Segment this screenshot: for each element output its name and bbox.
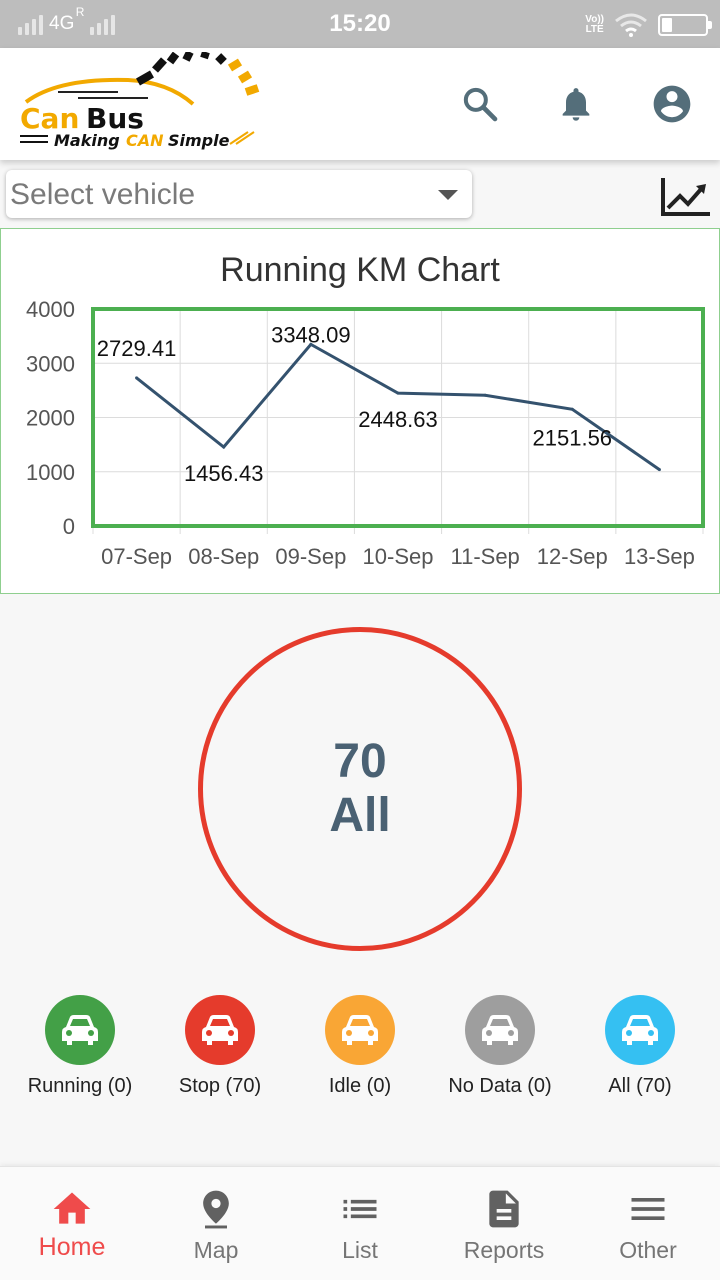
trending-up-icon [661, 178, 710, 216]
x-tick-label: 11-Sep [450, 544, 519, 569]
status-filter-running[interactable]: Running (0) [10, 995, 150, 1098]
menu-icon [626, 1187, 670, 1231]
status-filter-idle[interactable]: Idle (0) [290, 995, 430, 1098]
status-filter-no-data[interactable]: No Data (0) [430, 995, 570, 1098]
car-icon [62, 1015, 98, 1045]
svg-text:CAN: CAN [126, 131, 164, 150]
x-tick-label: 07-Sep [101, 544, 172, 569]
status-bar: 4G R 15:20 Vo)) LTE [0, 0, 720, 48]
status-filter-label: Running (0) [27, 1075, 133, 1097]
data-point [570, 407, 574, 411]
status-dot [45, 995, 115, 1065]
x-tick-label: 09-Sep [275, 544, 346, 569]
vehicle-select-placeholder: Select vehicle [10, 178, 196, 211]
nav-list[interactable]: List [288, 1167, 432, 1280]
data-point [483, 393, 487, 397]
status-filter-label: All (70) [608, 1075, 672, 1097]
status-filter-label: Stop (70) [178, 1075, 262, 1097]
data-label: 2151.56 [533, 425, 613, 450]
account-icon [653, 85, 691, 123]
y-tick-label: 0 [63, 514, 75, 539]
x-tick-label: 10-Sep [363, 544, 434, 569]
search-icon [463, 87, 498, 122]
data-point [657, 468, 661, 472]
svg-text:Making: Making [54, 131, 120, 150]
document-icon [482, 1187, 526, 1231]
chevron-down-icon [438, 190, 458, 200]
data-point [396, 391, 400, 395]
running-km-chart: Running KM Chart 4000 3000 2000 1000 0 07-Sep 0… [26, 251, 705, 569]
home-icon [50, 1187, 94, 1231]
data-label: 2729.41 [97, 336, 177, 361]
chart-title: Running KM Chart [220, 251, 500, 289]
summary-label: All [329, 789, 391, 842]
status-filter-label: Idle (0) [328, 1075, 392, 1097]
nav-label: Other [619, 1237, 677, 1263]
map-pin-icon [194, 1187, 238, 1231]
canbus-logo: Can Bus Making CAN Simple [20, 52, 260, 150]
bottom-nav: Home Map List Reports Other [0, 1166, 720, 1280]
nav-map[interactable]: Map [144, 1167, 288, 1280]
car-icon [202, 1015, 238, 1045]
x-tick-label: 13-Sep [624, 544, 695, 569]
status-right: Vo)) LTE [585, 12, 712, 38]
y-tick-label: 3000 [26, 351, 75, 376]
bell-icon [562, 88, 590, 121]
volte-indicator: Vo)) LTE [585, 14, 604, 35]
vehicle-select[interactable]: Select vehicle [6, 170, 472, 218]
nav-home[interactable]: Home [0, 1167, 144, 1280]
x-tick-label: 12-Sep [537, 544, 608, 569]
status-filter-stop[interactable]: Stop (70) [150, 995, 290, 1098]
wifi-icon [615, 13, 647, 37]
y-tick-label: 4000 [26, 297, 75, 322]
running-km-chart-card: Running KM Chart 4000 3000 2000 1000 0 07-Sep 0… [0, 228, 720, 594]
svg-text:Simple: Simple [168, 131, 230, 150]
nav-label: Home [38, 1233, 106, 1261]
nav-label: Reports [463, 1237, 545, 1263]
nav-reports[interactable]: Reports [432, 1167, 576, 1280]
status-dot [325, 995, 395, 1065]
vehicle-summary-circle[interactable]: 70 All [198, 627, 522, 951]
data-point [222, 445, 226, 449]
status-filter-all[interactable]: All (70) [570, 995, 710, 1098]
app-bar: Can Bus Making CAN Simple [0, 48, 720, 160]
list-icon [338, 1187, 382, 1231]
battery-icon [658, 14, 712, 36]
status-dot [605, 995, 675, 1065]
data-point [135, 376, 139, 380]
data-label: 3348.09 [271, 322, 351, 347]
status-dot [465, 995, 535, 1065]
y-tick-label: 1000 [26, 460, 75, 485]
summary-count: 70 [333, 735, 387, 788]
x-tick-label: 08-Sep [188, 544, 259, 569]
car-icon [622, 1015, 658, 1045]
nav-other[interactable]: Other [576, 1167, 720, 1280]
account-button[interactable] [646, 78, 698, 130]
trend-chart-button[interactable] [660, 174, 712, 218]
notifications-button[interactable] [550, 78, 602, 130]
nav-label: Map [193, 1237, 239, 1263]
y-tick-label: 2000 [26, 406, 75, 431]
data-label: 1456.43 [184, 461, 264, 486]
status-dot [185, 995, 255, 1065]
nav-label: List [342, 1237, 378, 1263]
search-button[interactable] [454, 78, 506, 130]
car-icon [482, 1015, 518, 1045]
status-filter-label: No Data (0) [448, 1075, 552, 1097]
car-icon [342, 1015, 378, 1045]
data-label: 2448.63 [358, 407, 438, 432]
